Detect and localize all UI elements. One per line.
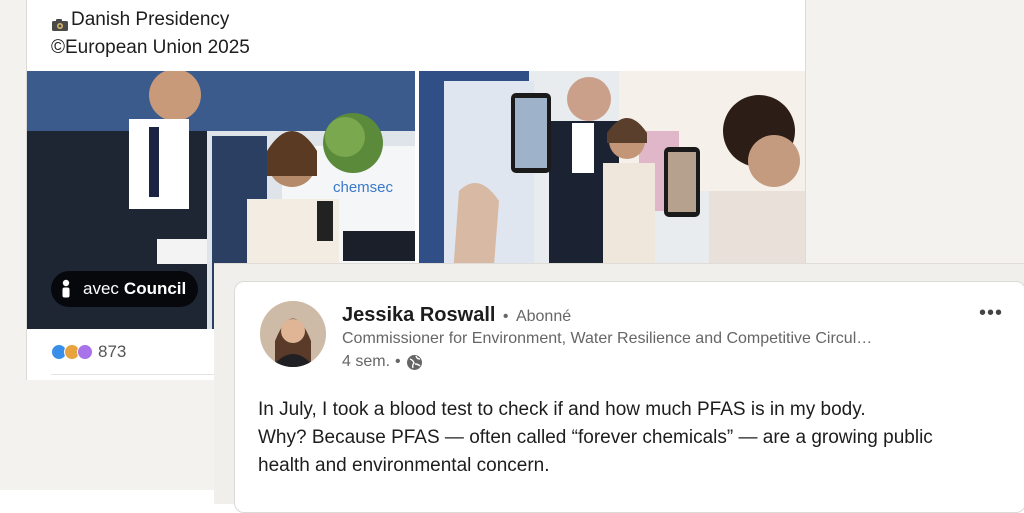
post-meta: 4 sem. • (342, 353, 423, 371)
tagged-people-badge[interactable]: avec Council (51, 271, 199, 307)
caption-line-2: ©European Union 2025 (51, 37, 250, 58)
support-reaction-icon (77, 344, 93, 360)
author-separator: • (502, 308, 509, 325)
caption-line-1: Danish Presidency (71, 9, 230, 30)
post-caption: Danish Presidency ©European Union 2025 (51, 6, 250, 62)
post-body-line: Why? Because PFAS — often called “foreve… (258, 427, 933, 448)
author-avatar[interactable] (260, 301, 326, 367)
feed-post-card-jessika: Jessika Roswall • Abonné Commissioner fo… (234, 281, 1024, 513)
follow-status: Abonné (515, 308, 572, 325)
camera-icon (51, 13, 69, 31)
post-body-line: health and environmental concern. (258, 455, 550, 476)
globe-icon (406, 354, 423, 371)
meta-separator: • (395, 353, 401, 370)
author-headline: Commissioner for Environment, Water Resi… (342, 330, 873, 347)
post-body-line: In July, I took a blood test to check if… (258, 399, 866, 420)
reaction-count: 873 (98, 342, 127, 361)
photo-sign-text: chemsec (333, 179, 394, 196)
author-name[interactable]: Jessika Roswall (342, 304, 495, 326)
reaction-summary[interactable]: 873 (51, 342, 126, 362)
reaction-divider (51, 374, 241, 375)
tag-name: Council (123, 279, 187, 298)
post-time: 4 sem. (342, 353, 391, 370)
author-line: Jessika Roswall • Abonné (342, 304, 571, 327)
post-body: In July, I took a blood test to check if… (258, 396, 998, 480)
more-options-button[interactable]: ••• (979, 302, 1003, 325)
overlay-snippet: Jessika Roswall • Abonné Commissioner fo… (214, 263, 1024, 513)
person-tag-icon (59, 279, 73, 299)
tag-prefix: avec (83, 279, 119, 298)
